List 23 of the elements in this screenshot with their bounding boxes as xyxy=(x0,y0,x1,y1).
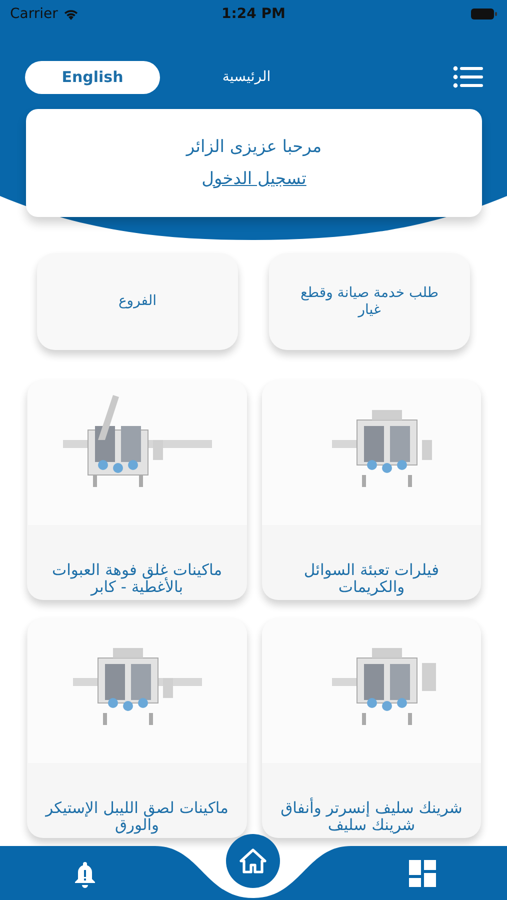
home-icon xyxy=(239,848,267,874)
product-card[interactable]: فيلرات تعبئة السوائل والكريمات xyxy=(262,380,481,600)
dashboard-icon[interactable] xyxy=(409,860,436,887)
home-button[interactable] xyxy=(226,834,280,888)
menu-icon[interactable] xyxy=(453,66,483,88)
product-card[interactable]: ماكينات غلق فوهة العبوات بالأغطية - كابر xyxy=(27,380,247,600)
shortcut-button[interactable]: طلب خدمة صيانة وقطع غيار xyxy=(269,253,470,350)
product-title: فيلرات تعبئة السوائل والكريمات xyxy=(302,560,440,598)
status-time: 1:24 PM xyxy=(222,6,286,22)
product-title: شرينك سليف إنسرتر وأنفاق شرينك سليف xyxy=(280,796,464,836)
language-button[interactable]: English xyxy=(25,60,160,94)
carrier-label: Carrier xyxy=(10,6,58,22)
product-card[interactable]: شرينك سليف إنسرتر وأنفاق شرينك سليف xyxy=(262,618,481,838)
shortcut-button[interactable]: الفروع xyxy=(37,253,238,350)
battery-icon xyxy=(471,8,497,20)
product-title: ماكينات لصق الليبل الإستيكر والورق xyxy=(44,798,230,836)
bell-icon[interactable] xyxy=(74,862,96,888)
product-card[interactable]: ماكينات لصق الليبل الإستيكر والورق xyxy=(27,618,247,838)
login-link[interactable]: تسجيل الدخول xyxy=(202,169,306,189)
greeting-text: مرحبا عزيزى الزائر xyxy=(186,137,322,157)
wifi-icon xyxy=(62,8,79,20)
product-title: ماكينات غلق فوهة العبوات بالأغطية - كابر xyxy=(50,560,223,598)
page-title: الرئيسية xyxy=(221,69,272,85)
